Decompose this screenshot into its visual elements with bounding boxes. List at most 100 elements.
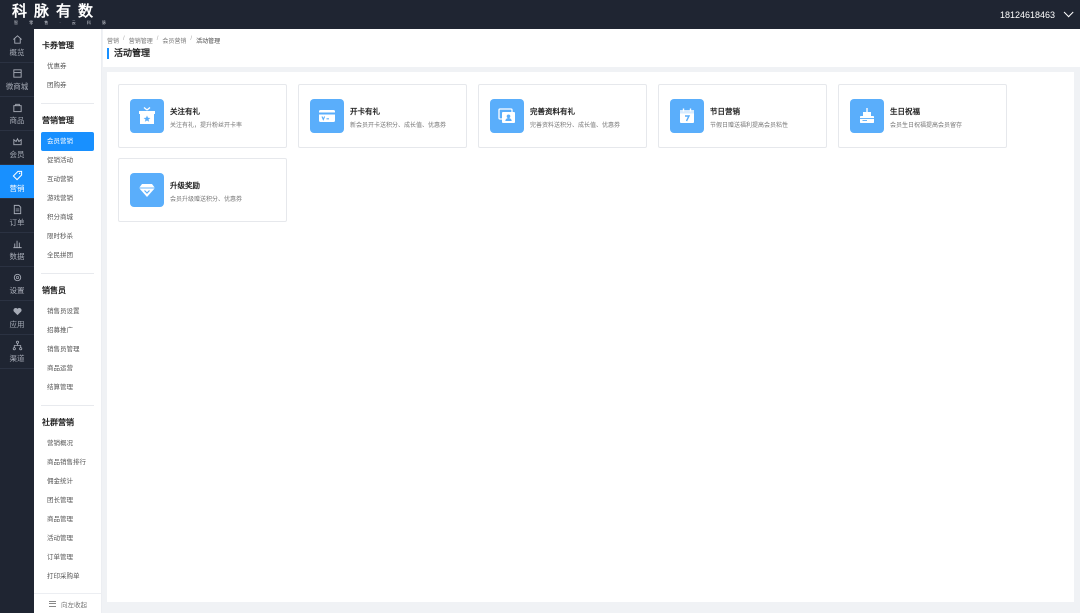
brand-tagline: 智 零 售 · 云 科 脉	[14, 20, 111, 25]
card-description: 关注有礼，提升粉丝开卡率	[170, 123, 243, 129]
card-icon-box	[310, 99, 344, 133]
profile-icon	[498, 108, 515, 123]
user-account: 18124618463	[999, 9, 1055, 20]
menu-item[interactable]: 营销概况	[41, 434, 94, 453]
card-icon	[319, 110, 335, 122]
card-description: 完善资料送积分、成长值、优惠券	[530, 123, 621, 129]
activity-card-birthday-wishes[interactable]: 生日祝福 会员生日祝福提高会员留存	[838, 84, 1007, 148]
brand-logo[interactable]: 科脉有数 智 零 售 · 云 科 脉	[12, 4, 111, 25]
rail-item-marketing[interactable]: 营销	[0, 165, 34, 199]
activity-card-open-card-gift[interactable]: 开卡有礼 新会员开卡送积分、成长值、优惠券	[298, 84, 467, 148]
rail-item-data[interactable]: 数据	[0, 233, 34, 267]
menu-item[interactable]: 佣金统计	[41, 472, 94, 491]
brand-name: 科脉有数	[12, 2, 101, 20]
page-header: 营销 / 营销管理 / 会员营销 / 活动管理 活动管理	[103, 29, 1080, 67]
menu-item[interactable]: 团长管理	[41, 491, 94, 510]
card-icon-box	[130, 99, 164, 133]
menu-group-community: 社群营销 营销概况 商品销售排行 佣金统计 团长管理 商品管理 活动管理 订单管…	[41, 406, 94, 594]
menu-item[interactable]: 商品运营	[41, 359, 94, 378]
breadcrumb-current: 活动管理	[196, 39, 221, 45]
breadcrumb: 营销 / 营销管理 / 会员营销 / 活动管理	[107, 36, 220, 45]
rail-label: 营销	[9, 183, 25, 193]
activity-cards-panel: 关注有礼 关注有礼，提升粉丝开卡率 开卡有礼 新会员开卡送积分、成长值、优惠券 …	[107, 72, 1074, 602]
menu-item[interactable]: 活动管理	[41, 529, 94, 548]
activity-card-profile-gift[interactable]: 完善资料有礼 完善资料送积分、成长值、优惠券	[478, 84, 647, 148]
rail-item-channels[interactable]: 渠道	[0, 335, 34, 369]
home-icon	[12, 34, 22, 44]
menu-group-marketing: 营销管理 会员营销 促销活动 互动营销 游戏营销 积分商城 限时秒杀 全民拼团	[41, 104, 94, 274]
menu-item[interactable]: 商品管理	[41, 510, 94, 529]
gift-icon	[139, 107, 155, 124]
menu-item[interactable]: 打印采购单	[41, 567, 94, 586]
menu-group-coupons: 卡券管理 优惠券 团购券	[41, 29, 94, 104]
menu-item[interactable]: 招募推广	[41, 321, 94, 340]
chevron-down-icon	[1063, 7, 1074, 18]
menu-item[interactable]: 游戏营销	[41, 189, 94, 208]
card-title: 升级奖励	[170, 181, 200, 190]
rail-label: 商品	[9, 115, 25, 125]
menu-group-title: 社群营销	[42, 418, 74, 427]
menu-item[interactable]: 销售员管理	[41, 340, 94, 359]
menu-group-salespeople: 销售员 销售员设置 招募推广 销售员管理 商品运营 结算管理	[41, 274, 94, 406]
activity-card-holiday-marketing[interactable]: 节日营销 节假日赠送福利提高会员粘性	[658, 84, 827, 148]
rail-item-member[interactable]: 会员	[0, 131, 34, 165]
collapse-sidebar-button[interactable]: 向左收起	[34, 593, 102, 613]
calendar-icon	[680, 108, 694, 123]
card-icon-box	[490, 99, 524, 133]
activity-card-upgrade-reward[interactable]: 升级奖励 会员升级赠送积分、优惠券	[118, 158, 287, 222]
crown-icon	[12, 137, 22, 145]
bag-icon	[12, 103, 22, 112]
menu-item[interactable]: 积分商城	[41, 208, 94, 227]
rail-item-overview[interactable]: 概览	[0, 29, 34, 63]
menu-fold-icon	[49, 600, 56, 607]
menu-item[interactable]: 限时秒杀	[41, 227, 94, 246]
rail-item-goods[interactable]: 商品	[0, 97, 34, 131]
menu-group-title: 销售员	[42, 286, 66, 295]
menu-group-title: 营销管理	[42, 116, 74, 125]
menu-item[interactable]: 销售员设置	[41, 302, 94, 321]
menu-item[interactable]: 商品销售排行	[41, 453, 94, 472]
card-description: 节假日赠送福利提高会员粘性	[710, 123, 789, 129]
card-title: 节日营销	[710, 107, 740, 116]
breadcrumb-separator: /	[190, 36, 193, 42]
menu-item[interactable]: 优惠券	[41, 57, 94, 76]
rail-item-orders[interactable]: 订单	[0, 199, 34, 233]
heart-icon	[12, 307, 22, 315]
rail-label: 概览	[9, 47, 25, 57]
rail-item-apps[interactable]: 应用	[0, 301, 34, 335]
menu-group-title: 卡券管理	[42, 41, 74, 50]
card-description: 会员升级赠送积分、优惠券	[170, 197, 243, 203]
rail-label: 应用	[9, 319, 25, 329]
card-icon-box	[850, 99, 884, 133]
collapse-label: 向左收起	[61, 601, 87, 609]
breadcrumb-separator: /	[156, 36, 159, 42]
user-menu[interactable]: 18124618463	[999, 7, 1074, 20]
card-title: 关注有礼	[170, 107, 200, 116]
breadcrumb-item[interactable]: 会员营销	[162, 36, 186, 45]
rail-label: 数据	[9, 251, 25, 261]
menu-item[interactable]: 结算管理	[41, 378, 94, 397]
primary-nav: 概览 微商城 商品 会员 营销 订单 数据 设置 应用 渠道	[0, 29, 34, 613]
tag-icon	[12, 170, 22, 180]
rail-item-settings[interactable]: 设置	[0, 267, 34, 301]
rail-label: 微商城	[5, 81, 29, 91]
menu-item[interactable]: 互动营销	[41, 170, 94, 189]
activity-card-follow-gift[interactable]: 关注有礼 关注有礼，提升粉丝开卡率	[118, 84, 287, 148]
card-title: 完善资料有礼	[530, 107, 575, 116]
cake-icon	[860, 108, 874, 123]
card-icon-box	[130, 173, 164, 207]
menu-item[interactable]: 促销活动	[41, 151, 94, 170]
rail-item-microshop[interactable]: 微商城	[0, 63, 34, 97]
secondary-nav: 卡券管理 优惠券 团购券 营销管理 会员营销 促销活动 互动营销 游戏营销 积分…	[34, 29, 102, 613]
menu-item-member-marketing[interactable]: 会员营销	[41, 132, 94, 151]
breadcrumb-item[interactable]: 营销管理	[129, 36, 153, 45]
breadcrumb-separator: /	[123, 36, 125, 42]
card-description: 会员生日祝福提高会员留存	[890, 123, 963, 129]
breadcrumb-item[interactable]: 营销	[107, 36, 119, 45]
menu-item[interactable]: 订单管理	[41, 548, 94, 567]
menu-item[interactable]: 团购券	[41, 76, 94, 95]
rail-label: 渠道	[9, 353, 25, 363]
rail-label: 会员	[9, 149, 25, 159]
menu-item[interactable]: 全民拼团	[41, 246, 94, 265]
rail-label: 订单	[9, 217, 25, 227]
